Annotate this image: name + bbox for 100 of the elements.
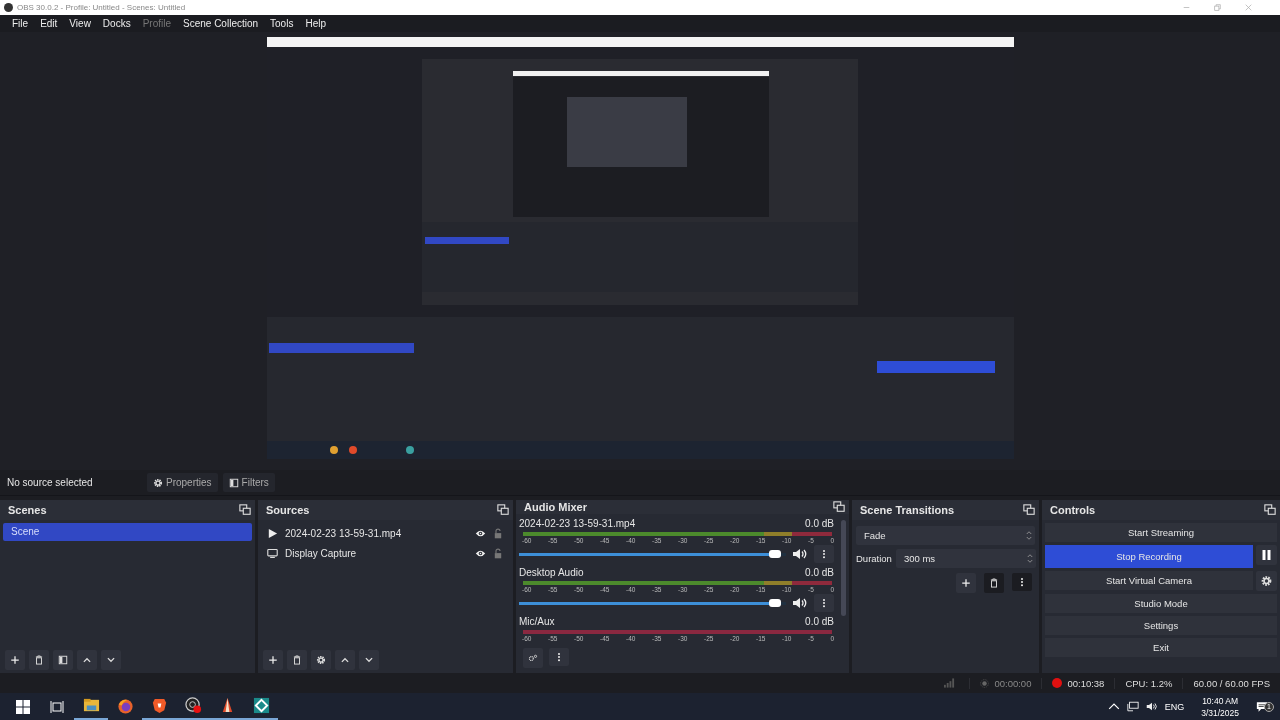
- fps-counter: 60.00 / 60.00 FPS: [1182, 677, 1280, 689]
- plus-icon: [961, 578, 971, 588]
- control-button[interactable]: Stop Recording: [1045, 545, 1253, 568]
- undock-icon[interactable]: [1023, 504, 1035, 516]
- move-up-button[interactable]: [335, 650, 355, 670]
- transition-menu-button[interactable]: [1012, 573, 1032, 591]
- dock-title: Sources: [266, 504, 310, 516]
- slider-thumb[interactable]: [768, 598, 781, 607]
- menu-item[interactable]: Docks: [96, 18, 137, 29]
- chevron-up-icon: [340, 655, 350, 665]
- selection-status: No source selected: [7, 477, 94, 488]
- scene-filters-button[interactable]: [53, 650, 73, 670]
- channel-name: 2024-02-23 13-59-31.mp4: [519, 518, 636, 529]
- spinner-arrows-icon[interactable]: [1027, 553, 1033, 564]
- volume-reading: 0.0 dB: [805, 567, 834, 578]
- scrollbar[interactable]: [841, 520, 846, 616]
- network-icon[interactable]: [1126, 701, 1139, 712]
- transition-select[interactable]: Fade: [856, 526, 1035, 545]
- filter-icon: [228, 477, 239, 488]
- lock-icon[interactable]: [494, 527, 502, 539]
- cpu-usage: CPU: 1.2%: [1114, 677, 1183, 689]
- move-up-button[interactable]: [77, 650, 97, 670]
- speaker-button[interactable]: [792, 596, 808, 610]
- speaker-button[interactable]: [792, 547, 808, 561]
- menu-item[interactable]: Scene Collection: [177, 18, 265, 29]
- slider-thumb[interactable]: [768, 549, 781, 558]
- control-button[interactable]: Start Streaming: [1045, 523, 1277, 542]
- scene-item[interactable]: Scene: [3, 523, 252, 541]
- channel-menu-button[interactable]: [814, 545, 834, 563]
- control-button[interactable]: Settings: [1045, 616, 1277, 635]
- control-button[interactable]: Exit: [1045, 638, 1277, 657]
- gear-icon: [1260, 575, 1273, 587]
- menu-item[interactable]: Help: [299, 18, 332, 29]
- app-logo-icon: [4, 3, 13, 12]
- channel-menu-button[interactable]: [814, 594, 834, 612]
- volume-reading: 0.0 dB: [805, 518, 834, 529]
- source-properties-button[interactable]: [311, 650, 331, 670]
- dock-title: Scenes: [8, 504, 47, 516]
- language-indicator[interactable]: ENG: [1164, 701, 1185, 712]
- filter-icon: [58, 655, 68, 665]
- source-item[interactable]: 2024-02-23 13-59-31.mp4: [285, 527, 475, 539]
- mixer-menu-button[interactable]: [549, 648, 569, 666]
- volume-icon[interactable]: [1145, 701, 1158, 712]
- remove-source-button[interactable]: [287, 650, 307, 670]
- plus-icon: [10, 655, 20, 665]
- pause-button[interactable]: [1256, 545, 1277, 565]
- channel-name: Desktop Audio: [519, 567, 584, 578]
- signal-icon: [944, 678, 956, 688]
- dock-title: Controls: [1050, 504, 1096, 516]
- add-source-button[interactable]: [263, 650, 283, 670]
- undock-icon[interactable]: [239, 504, 251, 516]
- more-icon: [822, 549, 826, 559]
- lock-icon[interactable]: [494, 547, 502, 559]
- control-button[interactable]: Studio Mode: [1045, 594, 1277, 613]
- move-down-button[interactable]: [101, 650, 121, 670]
- chevron-up-icon: [82, 655, 92, 665]
- plus-icon: [268, 655, 278, 665]
- more-icon: [822, 598, 826, 608]
- play-icon: [267, 527, 278, 539]
- filters-button[interactable]: Filters: [222, 473, 275, 492]
- advanced-audio-button[interactable]: [523, 648, 543, 668]
- menu-item[interactable]: Tools: [264, 18, 300, 29]
- menu-item[interactable]: File: [6, 18, 35, 29]
- clock-date[interactable]: 3/31/2025: [1201, 706, 1239, 719]
- remove-scene-button[interactable]: [29, 650, 49, 670]
- gears-icon: [528, 653, 538, 663]
- monitor-icon: [267, 547, 278, 559]
- duration-field[interactable]: 300 ms: [895, 549, 1036, 568]
- chevron-down-icon: [106, 655, 116, 665]
- trash-icon: [989, 578, 999, 588]
- more-icon: [557, 652, 561, 662]
- chevron-down-icon: [364, 655, 374, 665]
- menu-item[interactable]: View: [63, 18, 97, 29]
- undock-icon[interactable]: [833, 501, 845, 513]
- more-icon: [1020, 577, 1024, 587]
- eye-icon[interactable]: [475, 548, 486, 558]
- eye-icon[interactable]: [475, 528, 486, 538]
- trash-icon: [34, 655, 44, 665]
- gear-icon: [316, 655, 326, 665]
- trash-icon: [292, 655, 302, 665]
- move-down-button[interactable]: [359, 650, 379, 670]
- stream-status-icon: [980, 678, 990, 688]
- camera-settings-button[interactable]: [1256, 571, 1277, 591]
- control-button[interactable]: Start Virtual Camera: [1045, 571, 1253, 590]
- speaker-icon: [792, 596, 808, 610]
- undock-icon[interactable]: [497, 504, 509, 516]
- source-item[interactable]: Display Capture: [285, 547, 475, 559]
- add-transition-button[interactable]: [956, 573, 976, 593]
- remove-transition-button[interactable]: [984, 573, 1004, 593]
- stream-time: 00:00:00: [994, 677, 1032, 689]
- menu-item[interactable]: Edit: [34, 18, 64, 29]
- properties-button[interactable]: Properties: [147, 473, 218, 492]
- chevron-up-icon[interactable]: [1107, 701, 1120, 712]
- add-scene-button[interactable]: [5, 650, 25, 670]
- undock-icon[interactable]: [1264, 504, 1276, 516]
- spinner-arrows-icon[interactable]: [1026, 530, 1032, 541]
- dock-title: Scene Transitions: [860, 504, 955, 516]
- volume-reading: 0.0 dB: [805, 616, 834, 627]
- clock-time[interactable]: 10:40 AM: [1202, 694, 1239, 707]
- gear-icon: [153, 477, 163, 488]
